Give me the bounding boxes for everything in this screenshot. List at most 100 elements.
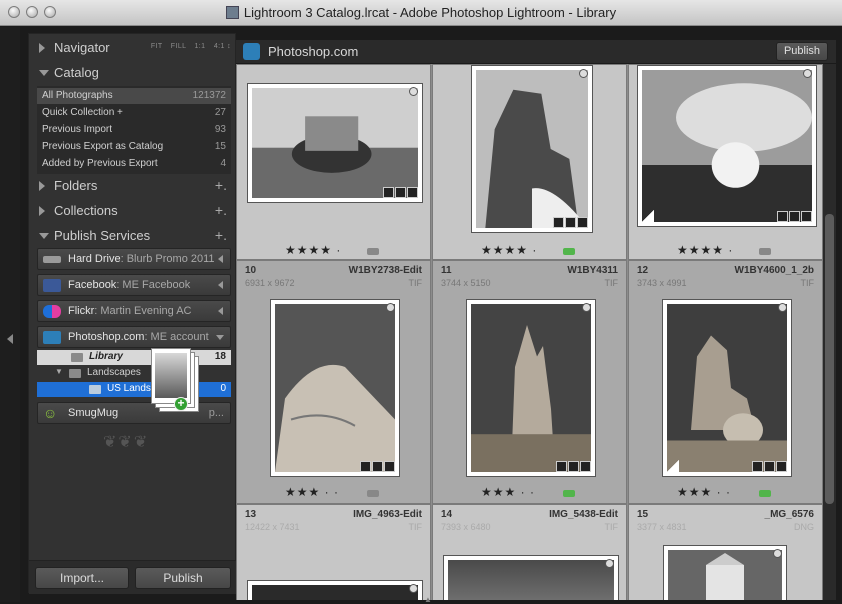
catalog-item-name: Quick Collection + (42, 107, 123, 118)
grid-cell[interactable]: ★★★★ · (628, 64, 823, 260)
grid-scrollbar[interactable] (823, 64, 836, 600)
cell-filename: IMG_4963-Edit (353, 509, 422, 520)
collapse-left-panel-icon[interactable] (7, 334, 13, 344)
collapse-triangle-icon[interactable]: ▼ (55, 367, 63, 376)
add-publish-service-button[interactable]: +. (215, 227, 227, 243)
service-name: SmugMug (68, 407, 119, 419)
rating-stars[interactable]: ★★★ · · (481, 485, 535, 499)
folders-header[interactable]: Folders +. (29, 174, 237, 198)
collections-header[interactable]: Collections +. (29, 199, 237, 223)
expand-triangle-icon[interactable] (39, 206, 45, 216)
color-label[interactable] (367, 490, 379, 497)
import-button[interactable]: Import... (35, 567, 129, 589)
catalog-item-all-photographs[interactable]: All Photographs 121372 (37, 88, 231, 104)
collapse-triangle-icon[interactable] (39, 70, 49, 76)
rating-stars[interactable]: ★★★ · · (677, 485, 731, 499)
service-photoshop-com[interactable]: Photoshop.com: ME account (37, 326, 231, 348)
service-menu-icon[interactable] (218, 307, 223, 315)
add-collection-button[interactable]: +. (215, 202, 227, 218)
service-menu-icon[interactable] (216, 335, 224, 340)
catalog-item-previous-export[interactable]: Previous Export as Catalog 15 (37, 139, 231, 155)
cell-extension: TIF (408, 278, 423, 288)
catalog-item-quick-collection[interactable]: Quick Collection + 27 (37, 105, 231, 121)
zoom-1-1[interactable]: 1:1 (195, 43, 206, 50)
service-flickr[interactable]: Flickr: Martin Evening AC (37, 300, 231, 322)
expand-triangle-icon[interactable] (39, 43, 45, 53)
zoom-4-1[interactable]: 4:1 ↕ (214, 43, 231, 50)
grid-cell[interactable]: 12 W1BY4600_1_2b 3743 x 4991 TIF ★★★ · · (628, 260, 823, 504)
zoom-fit[interactable]: FIT (151, 43, 163, 50)
collapse-triangle-icon[interactable] (39, 233, 49, 239)
color-label[interactable] (759, 248, 771, 255)
service-menu-icon[interactable] (218, 281, 223, 289)
thumbnail[interactable] (471, 65, 593, 233)
thumbnail[interactable] (662, 299, 792, 477)
cell-index: 13 (245, 509, 257, 520)
show-filmstrip-icon[interactable]: ▲ (424, 595, 432, 604)
rating-stars[interactable]: ★★★★ · (481, 243, 537, 257)
catalog-item-name: All Photographs (42, 90, 113, 101)
grid-cell[interactable]: 11 W1BY4311 3744 x 5150 TIF ★★★ · · (432, 260, 627, 504)
published-collection-icon (89, 385, 101, 394)
add-folder-button[interactable]: +. (215, 177, 227, 193)
color-label[interactable] (563, 490, 575, 497)
left-panel-edge[interactable] (0, 27, 20, 602)
drag-photo-proxy: + (149, 346, 203, 416)
catalog-item-count: 121372 (192, 90, 226, 101)
color-label[interactable] (563, 248, 575, 255)
cell-extension: DNG (794, 522, 814, 532)
service-menu-icon[interactable] (218, 255, 223, 263)
publish-now-button[interactable]: Publish (776, 42, 828, 61)
grid-cell[interactable]: 10 W1BY2738-Edit 6931 x 9672 TIF ★★★ · · (236, 260, 431, 504)
catalog-item-added-by-export[interactable]: Added by Previous Export 4 (37, 156, 231, 172)
thumbnail[interactable] (663, 545, 787, 600)
cell-index: 15 (637, 509, 649, 520)
service-name: Photoshop.com (68, 331, 145, 343)
catalog-item-name: Previous Export as Catalog (42, 141, 164, 152)
thumbnail[interactable] (247, 83, 423, 203)
publish-services-header[interactable]: Publish Services +. (29, 224, 237, 248)
collection-count: 0 (220, 383, 226, 394)
collection-set-icon (69, 369, 81, 378)
cell-dimensions: 3377 x 4831 (637, 522, 687, 532)
zoom-fill[interactable]: FILL (171, 43, 186, 50)
thumbnail[interactable] (247, 580, 423, 600)
catalog-header[interactable]: Catalog (29, 61, 237, 85)
publish-services-label: Publish Services (54, 228, 151, 243)
publish-button[interactable]: Publish (135, 567, 231, 589)
grid-cell[interactable]: 14 IMG_5438-Edit 7393 x 6480 TIF (432, 504, 627, 600)
add-badge-icon: + (174, 397, 188, 411)
thumbnail[interactable] (270, 299, 400, 477)
grid-cell[interactable]: 13 IMG_4963-Edit 12422 x 7431 TIF (236, 504, 431, 600)
service-hard-drive[interactable]: Hard Drive: Blurb Promo 2011 (37, 248, 231, 270)
scrollbar-thumb[interactable] (825, 214, 834, 504)
panel-end-ornament: ❦❦❦ (103, 434, 150, 451)
published-collection-icon (71, 353, 83, 362)
grid-cell[interactable]: 15 _MG_6576 3377 x 4831 DNG (628, 504, 823, 600)
service-name: Facebook (68, 279, 117, 291)
photoshop-com-icon (243, 43, 260, 60)
rating-stars[interactable]: ★★★★ · (677, 243, 733, 257)
rating-stars[interactable]: ★★★ · · (285, 485, 339, 499)
grid-cell[interactable]: ★★★★ · (432, 64, 627, 260)
cell-extension: TIF (604, 522, 619, 532)
color-label[interactable] (367, 248, 379, 255)
navigator-zoom-options[interactable]: FIT FILL 1:1 4:1 ↕ (145, 43, 231, 50)
rating-stars[interactable]: ★★★★ · (285, 243, 341, 257)
color-label[interactable] (759, 490, 771, 497)
cell-filename: W1BY2738-Edit (348, 265, 422, 276)
navigator-header[interactable]: Navigator FIT FILL 1:1 4:1 ↕ (29, 36, 237, 60)
thumbnail[interactable] (443, 555, 619, 600)
facebook-icon (43, 279, 61, 292)
collection-count: 18 (214, 351, 226, 362)
expand-triangle-icon[interactable] (39, 181, 45, 191)
cell-extension: TIF (604, 278, 619, 288)
grid-cell[interactable]: ★★★★ · (236, 64, 431, 260)
catalog-item-previous-import[interactable]: Previous Import 93 (37, 122, 231, 138)
service-facebook[interactable]: Facebook: ME Facebook (37, 274, 231, 296)
cell-extension: TIF (800, 278, 815, 288)
cell-filename: IMG_5438-Edit (549, 509, 618, 520)
catalog-label: Catalog (54, 65, 99, 80)
thumbnail[interactable] (637, 65, 817, 227)
thumbnail[interactable] (466, 299, 596, 477)
